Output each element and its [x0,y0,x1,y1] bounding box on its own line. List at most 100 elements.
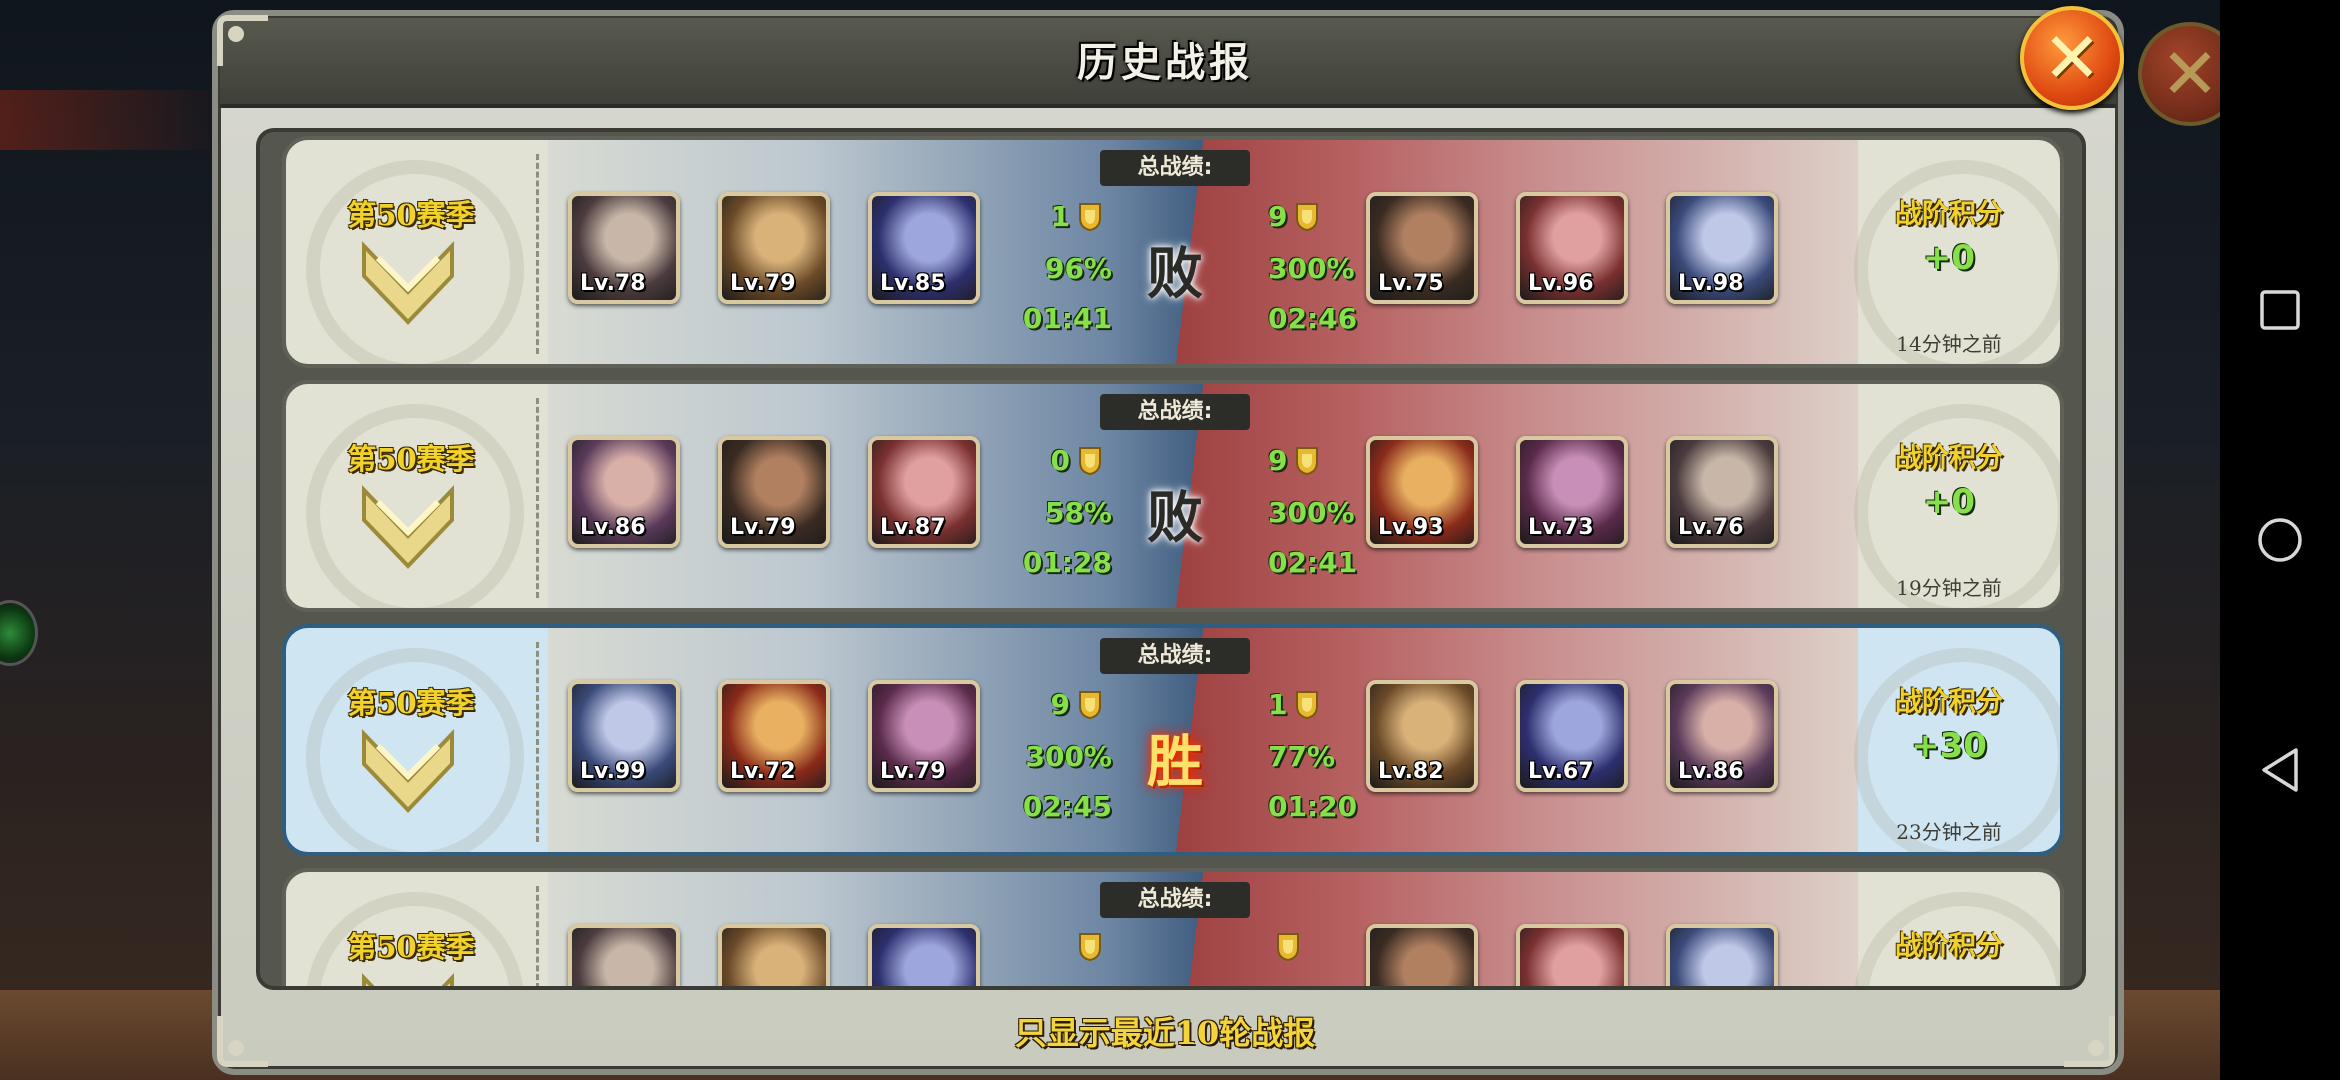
hero-portrait[interactable]: Lv.82 [1366,680,1478,792]
points-zone: 战阶积分 +0 14分钟之前 [1834,140,2060,364]
battle-zone: 总战绩: [548,872,1858,986]
points-title: 战阶积分 [1895,687,2003,718]
hero-face-icon [722,928,826,986]
completion-rate: 300% [1268,252,1355,285]
hero-level: Lv.79 [730,271,796,296]
battle-report-list[interactable]: 第50赛季 总战绩: Lv.78 Lv.79 Lv.85 1 96% 01:41 Lv.75 Lv… [256,128,2086,990]
hero-portrait[interactable]: Lv.75 [1366,192,1478,304]
hero-portrait[interactable] [718,924,830,986]
medal-shield-icon [1296,690,1319,719]
hero-face-icon [1670,928,1774,986]
battle-zone: 总战绩: Lv.99 Lv.72 Lv.79 9 300% 02:45 Lv.82 Lv.67 L… [548,628,1858,852]
divider [536,398,539,598]
hero-portrait[interactable]: Lv.76 [1666,436,1778,548]
hero-portrait[interactable]: Lv.73 [1516,436,1628,548]
medal-shield-icon [1079,446,1101,475]
time-ago: 19分钟之前 [1896,576,2002,600]
season-zone: 第50赛季 [286,140,536,364]
hero-level: Lv.79 [880,759,946,784]
hero-portrait[interactable] [868,924,980,986]
hero-portrait[interactable]: Lv.99 [568,680,680,792]
battle-zone: 总战绩: Lv.86 Lv.79 Lv.87 0 58% 01:28 Lv.93 Lv.73 Lv… [548,384,1858,608]
hero-portrait[interactable]: Lv.78 [568,192,680,304]
total-record-label: 总战绩: [1100,150,1250,186]
hero-portrait[interactable] [568,924,680,986]
close-button[interactable]: ✕ [2020,6,2124,110]
result-badge: 败 [1126,464,1224,562]
hero-face-icon [572,928,676,986]
points-zone: 战阶积分 [1834,872,2060,986]
completion-rate: 58% [1044,496,1112,529]
hero-face-icon [1370,928,1474,986]
completion-rate: 77% [1268,740,1336,773]
result-text: 败 [1147,484,1203,551]
score-value: 9 [1268,200,1288,233]
season-label: 第50赛季 [347,198,475,232]
hero-portrait[interactable]: Lv.79 [868,680,980,792]
hero-portrait[interactable]: Lv.86 [1666,680,1778,792]
season-label: 第50赛季 [347,442,475,476]
result-badge: 胜 [1126,708,1224,806]
completion-rate: 300% [1025,740,1112,773]
expand-chevron-icon[interactable] [358,240,458,328]
completion-rate: 96% [1044,252,1112,285]
background-glow [0,90,230,150]
points-zone: 战阶积分 +0 19分钟之前 [1834,384,2060,608]
battle-time: 01:20 [1268,790,1358,823]
hero-portrait[interactable]: Lv.93 [1366,436,1478,548]
close-x-icon: ✕ [2042,17,2102,99]
square-recent-icon[interactable] [2254,284,2306,336]
hero-level: Lv.96 [1528,271,1594,296]
battle-report-row[interactable]: 第50赛季 总战绩: Lv.78 Lv.79 Lv.85 1 96% 01:41 Lv.75 Lv… [282,136,2064,368]
battle-report-row[interactable]: 第50赛季 总战绩: Lv.99 Lv.72 Lv.79 9 300% 02:45 Lv.82 L… [282,624,2064,856]
points-title: 战阶积分 [1895,443,2003,474]
total-record-label: 总战绩: [1100,638,1250,674]
score-count [1070,932,1102,962]
score-count: 1 [1051,200,1102,233]
hero-level: Lv.79 [730,515,796,540]
hero-face-icon [1520,928,1624,986]
score-count: 9 [1268,200,1319,233]
hero-portrait[interactable] [1366,924,1478,986]
score-value: 0 [1050,444,1070,477]
battle-report-row[interactable]: 第50赛季 总战绩: 战阶积分 [282,868,2064,990]
score-count: 9 [1051,688,1102,721]
hero-portrait[interactable]: Lv.86 [568,436,680,548]
triangle-back-icon[interactable] [2254,744,2306,796]
season-zone: 第50赛季 [286,384,536,608]
hero-portrait[interactable]: Lv.87 [868,436,980,548]
hero-level: Lv.67 [1528,759,1594,784]
hero-portrait[interactable] [1666,924,1778,986]
hero-level: Lv.78 [580,271,646,296]
hero-level: Lv.72 [730,759,796,784]
expand-chevron-icon[interactable] [358,484,458,572]
battle-report-row[interactable]: 第50赛季 总战绩: Lv.86 Lv.79 Lv.87 0 58% 01:28 Lv.93 Lv… [282,380,2064,612]
hero-portrait[interactable]: Lv.67 [1516,680,1628,792]
medal-shield-icon [1079,202,1101,231]
hero-portrait[interactable]: Lv.79 [718,436,830,548]
expand-chevron-icon[interactable] [358,972,458,990]
hero-portrait[interactable] [1516,924,1628,986]
score-value: 9 [1268,444,1288,477]
hero-level: Lv.82 [1378,759,1444,784]
hero-portrait[interactable]: Lv.98 [1666,192,1778,304]
total-record-label: 总战绩: [1100,394,1250,430]
hero-portrait[interactable]: Lv.85 [868,192,980,304]
hero-portrait[interactable]: Lv.79 [718,192,830,304]
score-count: 0 [1051,444,1102,477]
hero-portrait[interactable]: Lv.96 [1516,192,1628,304]
expand-chevron-icon[interactable] [358,728,458,816]
result-text: 胜 [1147,728,1203,795]
footer-note: 只显示最近10轮战报 [1014,1014,1316,1052]
hero-level: Lv.93 [1378,515,1444,540]
score-value: 1 [1050,200,1070,233]
completion-rate: 300% [1268,496,1355,529]
battle-time: 01:28 [1022,546,1112,579]
medal-shield-icon [1079,690,1101,719]
hero-portrait[interactable]: Lv.72 [718,680,830,792]
medal-shield-icon [1277,933,1299,962]
battle-time: 02:46 [1268,302,1358,335]
circle-home-icon[interactable] [2254,514,2306,566]
season-label: 第50赛季 [347,686,475,720]
page-title: 历史战报 [1077,40,1253,86]
